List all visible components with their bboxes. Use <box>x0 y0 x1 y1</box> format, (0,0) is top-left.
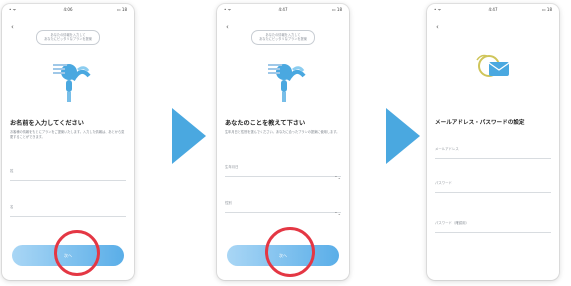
page-description: 生年月日と性別を選んでください。あなたに合ったプランの提案に使用します。 <box>225 130 340 134</box>
highlight-circle <box>265 227 315 277</box>
status-bar: • ᯤ 4:47 ▭ 18 <box>217 7 349 15</box>
password-confirm-field[interactable]: パスワード（確認用） <box>435 218 551 233</box>
mail-illustration-icon <box>476 54 510 77</box>
speech-bubble: あなたの情報を入力して あなたにピッタリなプランを提案 <box>251 30 315 45</box>
highlight-circle <box>54 230 100 276</box>
field-label: メールアドレス <box>435 147 459 151</box>
onboarding-screen-account: • ᯤ 4:47 ▭ 18 ‹ メールアドレス・パスワードの設定 メールアドレス… <box>427 4 559 280</box>
battery-icon: ▭ 18 <box>331 7 342 12</box>
birthdate-select[interactable]: 生年月日 ⌃⌄ <box>225 162 341 180</box>
status-time: 4:06 <box>63 7 73 12</box>
status-bar: • ᯤ 4:47 ▭ 18 <box>427 7 559 15</box>
back-button[interactable]: ‹ <box>11 24 14 31</box>
speech-bubble: あなたの情報を入力して あなたにピッタリなプランを提案 <box>36 30 100 45</box>
page-title: お名前を入力してください <box>10 120 84 127</box>
mascot-illustration-icon <box>53 64 91 102</box>
field-label: 名 <box>10 205 14 209</box>
battery-icon: ▭ 18 <box>541 7 552 12</box>
field-label: 性別 <box>225 201 232 205</box>
field-label: パスワード <box>435 181 452 185</box>
battery-icon: ▭ 18 <box>116 7 127 12</box>
gender-select[interactable]: 性別 ⌃⌄ <box>225 198 341 216</box>
page-description: お客様の情報をもとにプランをご提案いたします。入力した情報は、あとから変更するこ… <box>10 130 125 139</box>
mascot-illustration-icon <box>268 64 306 102</box>
status-time: 4:47 <box>488 7 498 12</box>
chevron-updown-icon: ⌃⌄ <box>334 175 341 180</box>
password-field[interactable]: パスワード <box>435 178 551 193</box>
back-button[interactable]: ‹ <box>226 24 229 31</box>
status-bar: • ᯤ 4:06 ▭ 18 <box>2 7 134 15</box>
last-name-field[interactable]: 姓 <box>10 166 126 181</box>
chevron-updown-icon: ⌃⌄ <box>334 211 341 216</box>
arrow-right-icon <box>386 108 420 164</box>
arrow-right-icon <box>172 108 206 164</box>
field-label: 姓 <box>10 169 14 173</box>
email-field[interactable]: メールアドレス <box>435 144 551 159</box>
back-button[interactable]: ‹ <box>436 24 439 31</box>
field-label: パスワード（確認用） <box>435 221 469 225</box>
page-title: メールアドレス・パスワードの設定 <box>435 120 525 126</box>
status-time: 4:47 <box>278 7 288 12</box>
first-name-field[interactable]: 名 <box>10 202 126 217</box>
field-label: 生年月日 <box>225 165 239 169</box>
page-title: あなたのことを教えて下さい <box>225 120 306 127</box>
